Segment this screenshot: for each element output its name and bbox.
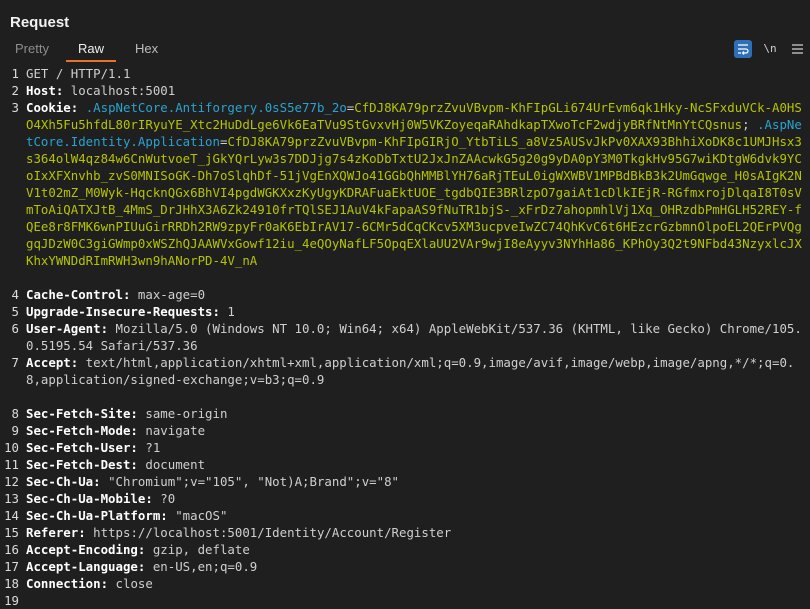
line-number: 5 bbox=[11, 304, 19, 319]
line-number: 16 bbox=[4, 542, 19, 557]
line-number: 10 bbox=[4, 440, 19, 455]
editor-toolbar: \n bbox=[724, 40, 804, 58]
header-line: Upgrade-Insecure-Requests: 1 bbox=[26, 304, 235, 319]
hamburger-menu-icon[interactable] bbox=[790, 40, 804, 58]
line-number: 2 bbox=[11, 83, 19, 98]
tab-raw[interactable]: Raw bbox=[66, 38, 116, 62]
wrap-lines-icon[interactable] bbox=[734, 40, 752, 58]
line-number: 11 bbox=[4, 457, 19, 472]
header-line: Sec-Ch-Ua: "Chromium";v="105", "Not)A;Br… bbox=[26, 474, 400, 489]
header-line: Sec-Ch-Ua-Mobile: ?0 bbox=[26, 491, 176, 506]
cookie-header-line: Cookie: .AspNetCore.Antiforgery.0sS5e77b… bbox=[26, 100, 802, 268]
header-line: Cache-Control: max-age=0 bbox=[26, 287, 206, 302]
line-number: 12 bbox=[4, 474, 19, 489]
view-tabs: Pretty Raw Hex bbox=[0, 38, 810, 62]
tab-hex[interactable]: Hex bbox=[135, 38, 158, 60]
line-number: 4 bbox=[11, 287, 19, 302]
line-number: 8 bbox=[11, 406, 19, 421]
header-line: Sec-Ch-Ua-Platform: "macOS" bbox=[26, 508, 228, 523]
header-line: Accept-Encoding: gzip, deflate bbox=[26, 542, 250, 557]
line-number: 6 bbox=[11, 321, 19, 336]
panel-title: Request bbox=[10, 14, 70, 31]
header-line: Referer: https://localhost:5001/Identity… bbox=[26, 525, 452, 540]
line-number: 3 bbox=[11, 100, 19, 115]
line-number: 13 bbox=[4, 491, 19, 506]
header-line: Sec-Fetch-Dest: document bbox=[26, 457, 206, 472]
header-line: Sec-Fetch-User: ?1 bbox=[26, 440, 161, 455]
header-line: Accept: text/html,application/xhtml+xml,… bbox=[26, 355, 795, 387]
line-number: 18 bbox=[4, 576, 19, 591]
header-line: Sec-Fetch-Mode: navigate bbox=[26, 423, 206, 438]
line-number: 19 bbox=[4, 593, 19, 608]
header-line: User-Agent: Mozilla/5.0 (Windows NT 10.0… bbox=[26, 321, 802, 353]
line-number: 17 bbox=[4, 559, 19, 574]
header-line: Connection: close bbox=[26, 576, 153, 591]
header-line: Accept-Language: en-US,en;q=0.9 bbox=[26, 559, 258, 574]
header-line: Host: localhost:5001 bbox=[26, 83, 176, 98]
line-number: 14 bbox=[4, 508, 19, 523]
tab-pretty[interactable]: Pretty bbox=[15, 38, 49, 60]
raw-request-editor[interactable]: 1 2 3 4 5 6 7 8 9 10 11 12 13 14 15 16 1… bbox=[0, 65, 810, 608]
header-line: Sec-Fetch-Site: same-origin bbox=[26, 406, 228, 421]
show-newlines-button[interactable]: \n bbox=[760, 40, 780, 58]
line-number: 9 bbox=[11, 423, 19, 438]
cookie-value: CfDJ8KA79przZvuVBvpm-KhFIpGIRjO_YtbTiLS_… bbox=[26, 134, 802, 268]
line-number: 7 bbox=[11, 355, 19, 370]
line-number: 15 bbox=[4, 525, 19, 540]
cookie-name: .AspNetCore.Antiforgery.0sS5e77b_2o bbox=[85, 100, 347, 115]
request-line: GET / HTTP/1.1 bbox=[26, 66, 131, 81]
line-number: 1 bbox=[11, 66, 19, 81]
